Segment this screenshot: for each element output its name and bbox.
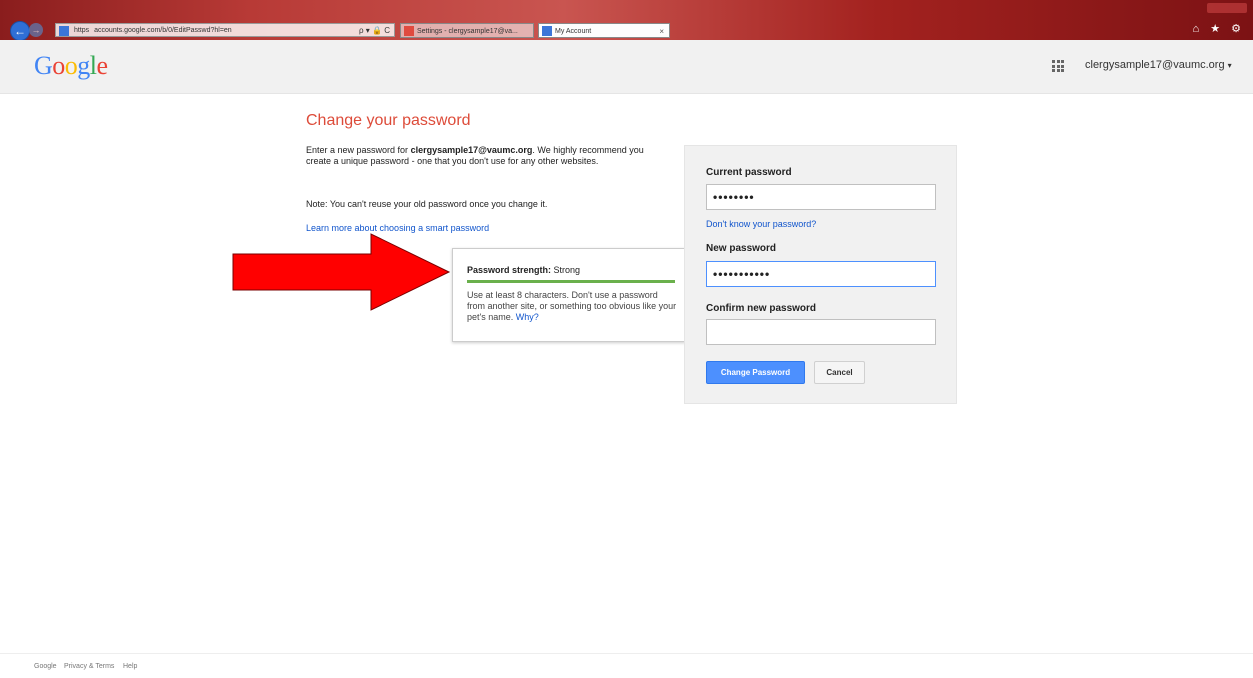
tab-label: My Account bbox=[555, 28, 592, 35]
intro-text: Enter a new password for clergysample17@… bbox=[306, 145, 644, 166]
change-password-button[interactable]: Change Password bbox=[706, 361, 805, 384]
strength-description: Use at least 8 characters. Don't use a p… bbox=[467, 290, 677, 322]
strength-label: Password strength: Strong bbox=[467, 265, 581, 275]
reuse-note: Note: You can't reuse your old password … bbox=[306, 199, 548, 209]
back-arrow-icon[interactable]: ← bbox=[10, 21, 30, 41]
forgot-password-link[interactable]: Don't know your password? bbox=[706, 219, 816, 229]
current-password-input[interactable]: •••••••• bbox=[706, 184, 936, 210]
current-password-label: Current password bbox=[706, 167, 792, 178]
strength-meter-fill bbox=[467, 280, 675, 283]
footer-google-link[interactable]: Google bbox=[34, 663, 57, 670]
google-favicon-icon bbox=[542, 26, 552, 36]
browser-chrome: ← → https accounts.google.com/b/0/EditPa… bbox=[0, 0, 1253, 41]
tab-my-account[interactable]: My Account × bbox=[538, 23, 670, 38]
strength-meter bbox=[467, 280, 675, 283]
gmail-favicon-icon bbox=[404, 26, 414, 36]
cancel-button[interactable]: Cancel bbox=[814, 361, 865, 384]
password-form: Current password •••••••• Don't know you… bbox=[684, 145, 957, 404]
close-tab-icon[interactable]: × bbox=[659, 24, 664, 37]
account-email-bold: clergysample17@vaumc.org bbox=[410, 145, 533, 155]
new-password-label: New password bbox=[706, 243, 777, 254]
address-bar[interactable]: https accounts.google.com/b/0/EditPasswd… bbox=[55, 23, 395, 37]
address-tools-icons[interactable]: ρ ▾ 🔒 C bbox=[359, 24, 390, 36]
why-link[interactable]: Why? bbox=[516, 312, 539, 322]
tab-label: Settings - clergysample17@va... bbox=[417, 28, 518, 35]
address-scheme: https bbox=[74, 27, 90, 34]
page-footer: Google Privacy & Terms Help bbox=[0, 653, 1253, 678]
account-menu[interactable]: clergysample17@vaumc.org ▾ bbox=[1085, 59, 1232, 71]
apps-grid-icon[interactable] bbox=[1052, 60, 1064, 72]
google-logo[interactable]: Google bbox=[34, 51, 108, 81]
forward-arrow-icon[interactable]: → bbox=[29, 23, 43, 37]
site-favicon-icon bbox=[59, 26, 69, 36]
new-password-input[interactable]: ••••••••••• bbox=[706, 261, 936, 287]
password-strength-tooltip: Password strength: Strong Use at least 8… bbox=[452, 248, 692, 342]
footer-help-link[interactable]: Help bbox=[123, 663, 137, 670]
chevron-down-icon: ▾ bbox=[1227, 61, 1232, 70]
strength-value: Strong bbox=[553, 265, 581, 275]
confirm-password-label: Confirm new password bbox=[706, 303, 817, 314]
confirm-password-input[interactable] bbox=[706, 319, 936, 345]
google-header: Google clergysample17@vaumc.org ▾ bbox=[0, 40, 1253, 94]
address-url: accounts.google.com/b/0/EditPasswd?hl=en bbox=[94, 27, 232, 34]
tab-settings[interactable]: Settings - clergysample17@va... bbox=[400, 23, 534, 38]
account-email: clergysample17@vaumc.org bbox=[1085, 59, 1225, 71]
footer-privacy-link[interactable]: Privacy & Terms bbox=[64, 663, 114, 670]
red-arrow-annotation bbox=[232, 233, 451, 311]
page-title: Change your password bbox=[306, 112, 471, 129]
window-controls[interactable] bbox=[1207, 3, 1247, 13]
browser-toolbar-icons[interactable]: ⌂ ★ ⚙ bbox=[1193, 22, 1245, 35]
